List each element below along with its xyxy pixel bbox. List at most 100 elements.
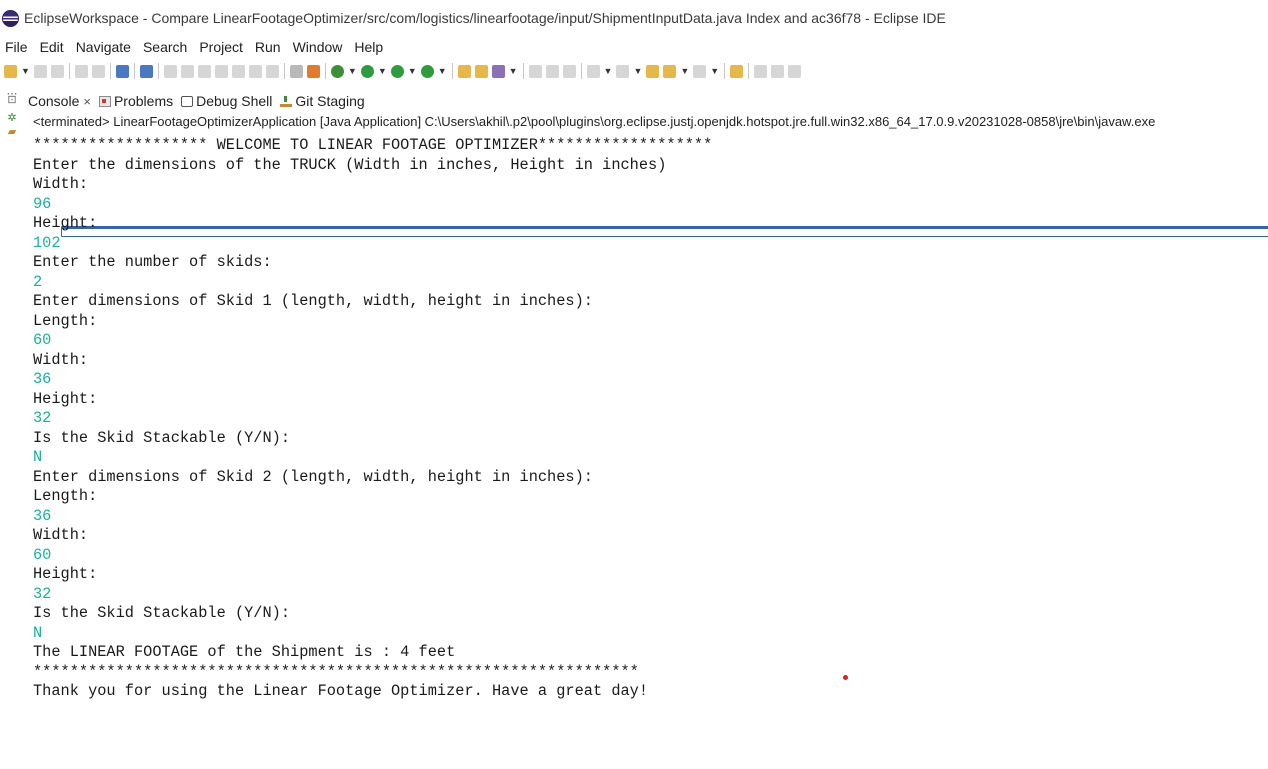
console-output-line: Height: bbox=[33, 389, 98, 408]
tab-debug-shell[interactable]: Debug Shell bbox=[181, 93, 272, 109]
tab-console-label: Console bbox=[28, 93, 80, 109]
toolbar-separator bbox=[324, 63, 326, 79]
tab-git-staging[interactable]: Git Staging bbox=[280, 93, 365, 109]
console-output-line: Enter dimensions of Skid 2 (length, widt… bbox=[33, 467, 593, 486]
new-icon[interactable] bbox=[4, 64, 17, 78]
menu-search[interactable]: Search bbox=[137, 39, 193, 55]
pin-icon[interactable] bbox=[491, 64, 505, 78]
skip-breakpoints-icon[interactable] bbox=[139, 64, 153, 78]
new-java-class-icon[interactable] bbox=[474, 64, 488, 78]
console-output-line: Is the Skid Stackable (Y/N): bbox=[33, 428, 291, 447]
window-title: EclipseWorkspace - Compare LinearFootage… bbox=[24, 10, 946, 26]
back-icon[interactable] bbox=[663, 64, 677, 78]
problems-icon bbox=[98, 95, 111, 107]
save-all-icon[interactable] bbox=[50, 64, 64, 78]
new-java-package-icon[interactable] bbox=[457, 64, 471, 78]
toolbar-separator bbox=[724, 63, 726, 79]
toolbar-separator bbox=[283, 63, 285, 79]
main-toolbar: ▼ ▼ ▼ ▼ ▼ ▼ ▼ ▼ ▼ ▼ bbox=[0, 58, 1268, 84]
last-edit-location-icon[interactable] bbox=[646, 64, 660, 78]
tab-git-staging-label: Git Staging bbox=[295, 93, 365, 109]
chevron-down-icon[interactable]: ▼ bbox=[604, 66, 613, 76]
toggle-mark-occurrences-icon[interactable] bbox=[528, 64, 542, 78]
console-output-line: ******************* WELCOME TO LINEAR FO… bbox=[33, 136, 713, 154]
menu-run[interactable]: Run bbox=[249, 39, 287, 55]
terminal-icon[interactable] bbox=[115, 64, 129, 78]
title-bar: EclipseWorkspace - Compare LinearFootage… bbox=[0, 0, 1268, 36]
console-output-line: Enter the number of skids: bbox=[33, 253, 272, 271]
forward-icon[interactable] bbox=[693, 64, 707, 78]
toolbar-separator bbox=[748, 63, 750, 79]
menu-project[interactable]: Project bbox=[193, 39, 249, 55]
chevron-down-icon[interactable]: ▼ bbox=[509, 66, 518, 76]
terminate-icon[interactable] bbox=[197, 64, 211, 78]
menu-file[interactable]: File bbox=[0, 39, 34, 55]
chevron-down-icon[interactable]: ▼ bbox=[438, 66, 447, 76]
block-selection-icon[interactable] bbox=[545, 64, 559, 78]
chevron-down-icon[interactable]: ▼ bbox=[680, 66, 689, 76]
chevron-down-icon[interactable]: ▼ bbox=[348, 66, 357, 76]
chevron-down-icon[interactable]: ▼ bbox=[710, 66, 719, 76]
external-tools-icon[interactable] bbox=[420, 64, 434, 78]
previous-annotation-icon[interactable] bbox=[616, 64, 630, 78]
debug-icon[interactable] bbox=[330, 64, 344, 78]
step-return-icon[interactable] bbox=[265, 64, 279, 78]
tab-problems[interactable]: Problems bbox=[98, 93, 174, 109]
disconnect-icon[interactable] bbox=[214, 64, 228, 78]
menu-help[interactable]: Help bbox=[348, 39, 389, 55]
console-output-line: Enter the dimensions of the TRUCK (Width… bbox=[33, 155, 667, 174]
menu-bar: File Edit Navigate Search Project Run Wi… bbox=[0, 36, 389, 58]
back-history-icon[interactable] bbox=[74, 64, 88, 78]
console-input-line: 36 bbox=[33, 506, 52, 525]
java-perspective-icon[interactable] bbox=[754, 64, 768, 78]
chevron-down-icon[interactable]: ▼ bbox=[378, 66, 387, 76]
console-output[interactable]: ******************* WELCOME TO LINEAR FO… bbox=[33, 136, 1263, 702]
toolbar-separator bbox=[522, 63, 524, 79]
console-input-line: 60 bbox=[33, 331, 52, 349]
toolbar-separator bbox=[109, 63, 111, 79]
show-whitespace-icon[interactable] bbox=[562, 64, 576, 78]
chevron-down-icon[interactable]: ▼ bbox=[408, 66, 417, 76]
console-output-line: Length: bbox=[33, 311, 98, 330]
console-output-line: Height: bbox=[33, 565, 98, 583]
java-project-icon[interactable] bbox=[306, 64, 320, 78]
coverage-icon[interactable] bbox=[390, 64, 404, 78]
view-tab-bar: Console × Problems Debug Shell Git Stagi… bbox=[28, 90, 1268, 237]
git-perspective-icon[interactable] bbox=[788, 64, 802, 78]
step-over-icon[interactable] bbox=[248, 64, 262, 78]
tab-problems-label: Problems bbox=[113, 93, 174, 109]
console-output-line: Height: bbox=[33, 214, 98, 232]
package-explorer-icon[interactable]: ✲ bbox=[6, 112, 18, 124]
resume-icon[interactable] bbox=[163, 64, 177, 78]
next-annotation-icon[interactable] bbox=[586, 64, 600, 78]
restore-view-icon[interactable]: ⊡ bbox=[6, 94, 18, 106]
chevron-down-icon[interactable]: ▼ bbox=[633, 66, 642, 76]
console-output-line: Thank you for using the Linear Footage O… bbox=[33, 682, 649, 700]
open-perspective-icon[interactable] bbox=[730, 64, 744, 78]
close-icon[interactable]: × bbox=[83, 94, 91, 109]
console-input-line: 102 bbox=[33, 233, 61, 252]
menu-navigate[interactable]: Navigate bbox=[70, 39, 137, 55]
menu-window[interactable]: Window bbox=[287, 39, 349, 55]
step-into-icon[interactable] bbox=[231, 64, 245, 78]
toolbar-separator bbox=[451, 63, 453, 79]
toolbar-separator bbox=[133, 63, 135, 79]
debug-perspective-icon[interactable] bbox=[771, 64, 785, 78]
project-explorer-icon[interactable]: ▰ bbox=[6, 126, 18, 138]
eclipse-logo-icon bbox=[2, 9, 19, 27]
console-output-line: Width: bbox=[33, 175, 89, 193]
cursor-marker bbox=[843, 675, 848, 680]
chevron-down-icon[interactable]: ▼ bbox=[21, 66, 30, 76]
menu-edit[interactable]: Edit bbox=[34, 39, 70, 55]
console-input-line: 32 bbox=[33, 584, 52, 603]
forward-history-icon[interactable] bbox=[91, 64, 105, 78]
toolbar-separator bbox=[580, 63, 582, 79]
suspend-icon[interactable] bbox=[180, 64, 194, 78]
console-output-line: ****************************************… bbox=[33, 662, 639, 681]
run-icon[interactable] bbox=[360, 64, 374, 78]
console-output-line: Length: bbox=[33, 487, 98, 505]
open-type-icon[interactable] bbox=[289, 64, 303, 78]
save-icon[interactable] bbox=[33, 64, 47, 78]
console-input-line: 60 bbox=[33, 545, 52, 564]
tab-console[interactable]: Console × bbox=[28, 93, 1268, 237]
